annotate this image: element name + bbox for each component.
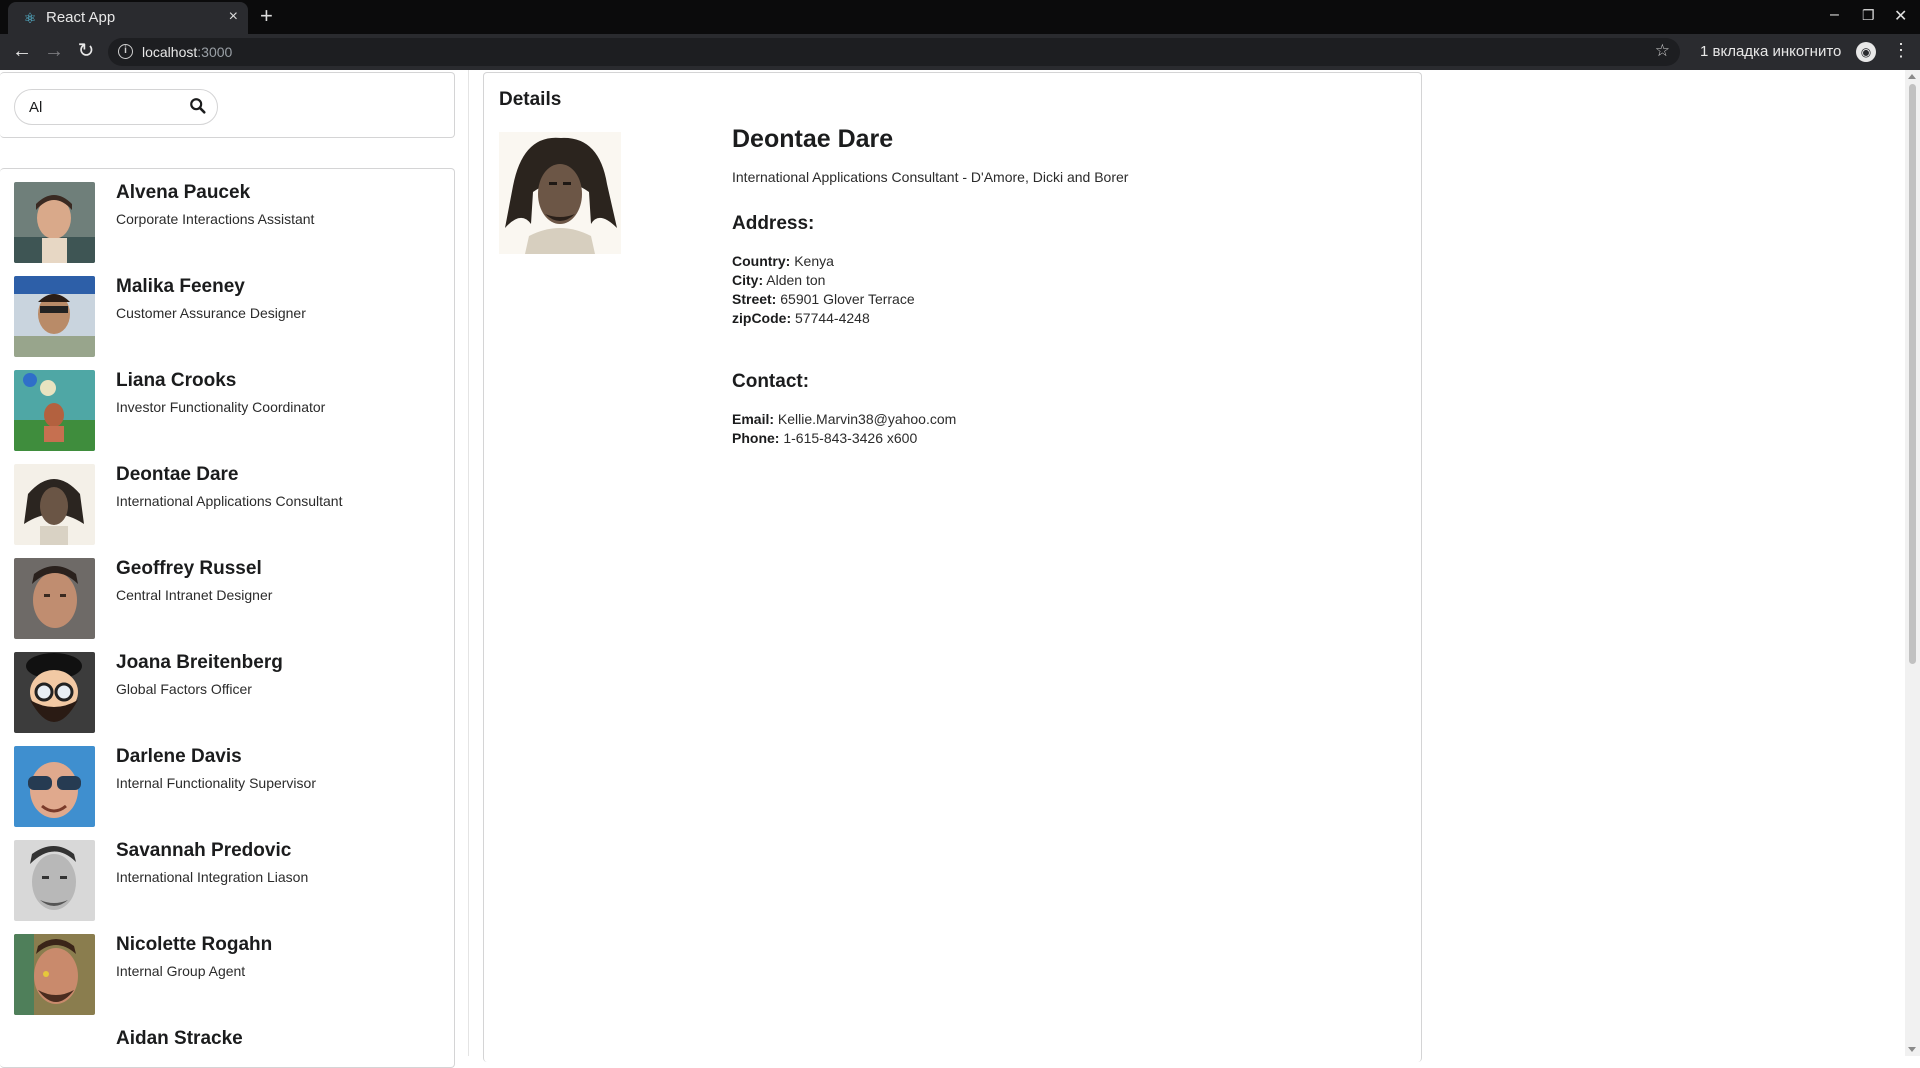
url-port: :3000 (197, 44, 233, 60)
list-item[interactable]: Geoffrey Russel Central Intranet Designe… (14, 558, 434, 640)
street-label: Street: (732, 291, 777, 307)
list-item[interactable]: Aidan Stracke (14, 1028, 434, 1067)
contact-name: Joana Breitenberg (116, 652, 283, 673)
contact-title: Corporate Interactions Assistant (116, 211, 315, 227)
avatar (14, 1028, 95, 1067)
column-divider (468, 70, 469, 1056)
new-tab-button[interactable]: + (260, 5, 273, 27)
contact-list: Alvena Paucek Corporate Interactions Ass… (0, 168, 455, 1068)
details-panel: Details Deontae Dare International Appli… (483, 72, 1422, 1062)
detail-zip: zipCode: 57744-4248 (732, 310, 870, 326)
site-info-icon[interactable]: i (118, 44, 133, 59)
contact-title: Customer Assurance Designer (116, 305, 306, 321)
detail-city: City: Alden ton (732, 272, 825, 288)
avatar (14, 934, 95, 1015)
country-value: Kenya (794, 253, 834, 269)
minimize-icon[interactable]: – (1830, 6, 1839, 24)
contact-name: Alvena Paucek (116, 182, 251, 203)
avatar (14, 276, 95, 357)
zip-label: zipCode: (732, 310, 792, 326)
contact-name: Geoffrey Russel (116, 558, 262, 579)
react-favicon-icon: ⚛ (23, 10, 37, 26)
browser-toolbar: ← → ↻ i localhost:3000 ☆ 1 вкладка инког… (0, 34, 1920, 70)
contact-heading: Contact: (732, 371, 810, 392)
avatar (14, 464, 95, 545)
phone-value[interactable]: 1-615-843-3426 x600 (783, 430, 917, 446)
list-item[interactable]: Nicolette Rogahn Internal Group Agent (14, 934, 434, 1016)
address-heading: Address: (732, 213, 815, 234)
contact-name: Liana Crooks (116, 370, 237, 391)
contact-title: International Applications Consultant (116, 493, 343, 509)
maximize-icon[interactable]: ❐ (1862, 7, 1875, 24)
detail-phone: Phone: 1-615-843-3426 x600 (732, 430, 917, 446)
detail-street: Street: 65901 Glover Terrace (732, 291, 915, 307)
email-value[interactable]: Kellie.Marvin38@yahoo.com (778, 411, 956, 427)
avatar (14, 558, 95, 639)
contact-title: Investor Functionality Coordinator (116, 399, 326, 415)
list-item[interactable]: Joana Breitenberg Global Factors Officer (14, 652, 434, 734)
page-scrollbar[interactable] (1905, 70, 1920, 1056)
incognito-label[interactable]: 1 вкладка инкогнито (1700, 43, 1841, 60)
detail-email: Email: Kellie.Marvin38@yahoo.com (732, 411, 956, 427)
list-item[interactable]: Alvena Paucek Corporate Interactions Ass… (14, 182, 434, 264)
contact-title: Global Factors Officer (116, 681, 252, 697)
avatar (14, 840, 95, 921)
url-host: localhost (142, 44, 198, 60)
search-panel (0, 72, 455, 138)
detail-job: International Applications Consultant - … (732, 169, 1129, 185)
search-input[interactable] (29, 97, 179, 117)
avatar (14, 746, 95, 827)
contact-title: Internal Functionality Supervisor (116, 775, 316, 791)
city-value: Alden ton (766, 272, 826, 288)
browser-titlebar: ⚛ React App × + – ❐ ✕ (0, 0, 1920, 34)
email-label: Email: (732, 411, 775, 427)
avatar (14, 182, 95, 263)
forward-icon[interactable]: → (42, 40, 66, 62)
city-label: City: (732, 272, 764, 288)
contact-title: Internal Group Agent (116, 963, 246, 979)
address-url: localhost:3000 (142, 44, 232, 60)
contact-name: Nicolette Rogahn (116, 934, 273, 955)
zip-value: 57744-4248 (795, 310, 870, 326)
list-item[interactable]: Liana Crooks Investor Functionality Coor… (14, 370, 434, 452)
contact-name: Malika Feeney (116, 276, 245, 297)
country-label: Country: (732, 253, 791, 269)
street-value: 65901 Glover Terrace (780, 291, 915, 307)
contact-title: International Integration Liason (116, 869, 309, 885)
avatar (14, 370, 95, 451)
bookmark-star-icon[interactable]: ☆ (1655, 41, 1670, 61)
detail-country: Country: Kenya (732, 253, 834, 269)
address-bar[interactable]: i localhost:3000 ☆ (108, 38, 1680, 66)
detail-name: Deontae Dare (732, 125, 894, 153)
search-icon[interactable] (189, 97, 207, 115)
tab-title: React App (46, 9, 116, 26)
back-icon[interactable]: ← (10, 40, 34, 62)
phone-label: Phone: (732, 430, 780, 446)
list-item[interactable]: Deontae Dare International Applications … (14, 464, 434, 546)
reload-icon[interactable]: ↻ (74, 40, 98, 62)
avatar (14, 652, 95, 733)
tab-close-icon[interactable]: × (229, 8, 238, 26)
detail-photo (499, 132, 621, 254)
contact-name: Savannah Predovic (116, 840, 292, 861)
contact-name: Deontae Dare (116, 464, 239, 485)
contact-name: Darlene Davis (116, 746, 242, 767)
scroll-down-icon[interactable] (1908, 1047, 1916, 1052)
menu-kebab-icon[interactable]: ⋮ (1892, 40, 1910, 61)
app-page: Alvena Paucek Corporate Interactions Ass… (0, 70, 1920, 1068)
incognito-icon[interactable]: ◉ (1856, 42, 1876, 62)
scroll-up-icon[interactable] (1908, 74, 1916, 79)
list-item[interactable]: Savannah Predovic International Integrat… (14, 840, 434, 922)
list-item[interactable]: Darlene Davis Internal Functionality Sup… (14, 746, 434, 828)
contact-name: Aidan Stracke (116, 1028, 243, 1049)
details-heading: Details (499, 89, 562, 110)
contact-title: Central Intranet Designer (116, 587, 273, 603)
scrollbar-thumb[interactable] (1909, 84, 1916, 664)
list-item[interactable]: Malika Feeney Customer Assurance Designe… (14, 276, 434, 358)
search-field[interactable] (14, 89, 218, 125)
window-close-icon[interactable]: ✕ (1894, 6, 1907, 26)
browser-tab[interactable]: ⚛ React App × (8, 2, 248, 34)
